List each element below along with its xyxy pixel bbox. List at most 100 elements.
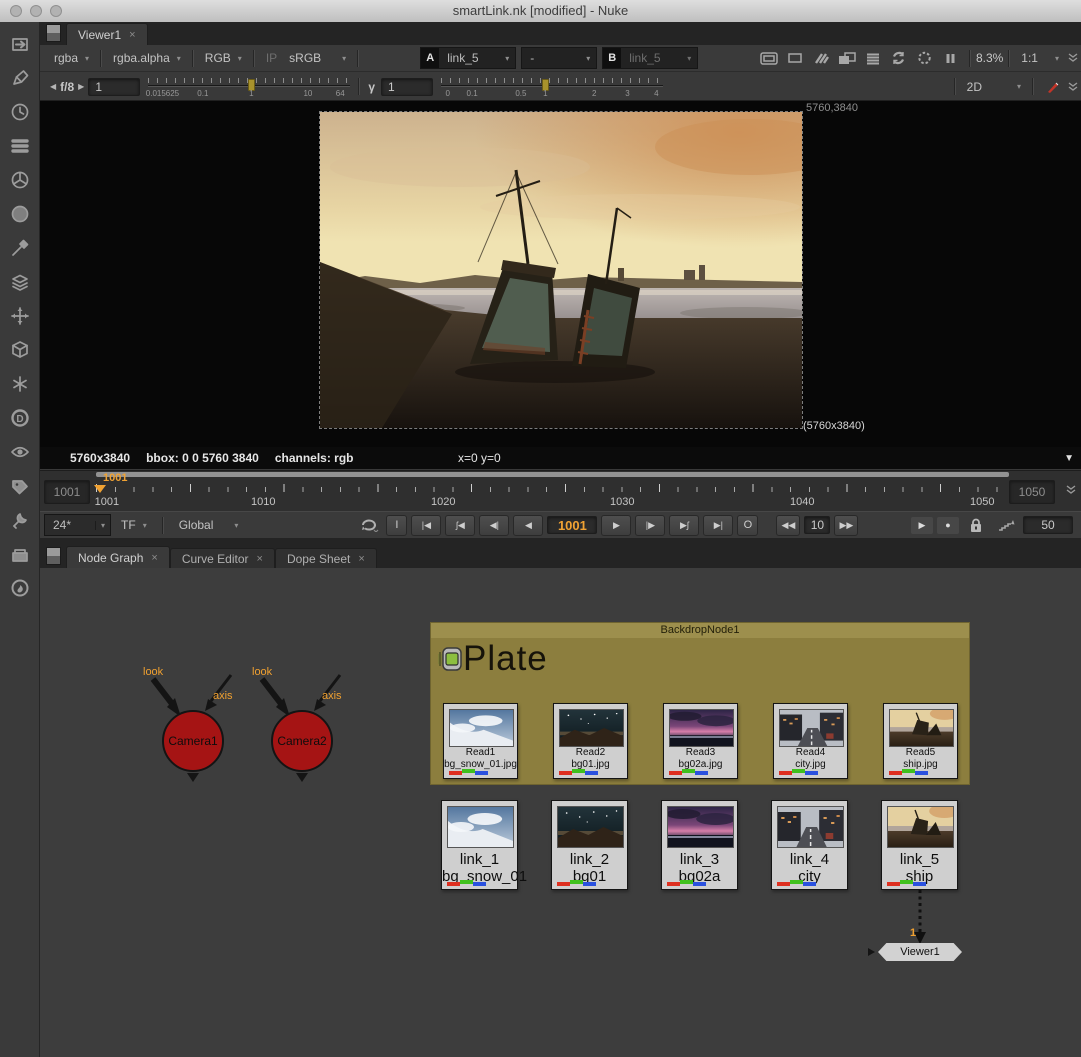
timeline-scrollbar[interactable] [96,472,1009,477]
close-tab-icon[interactable]: × [151,552,157,564]
backdrop-title[interactable]: BackdropNode1 [431,623,969,638]
node-read2[interactable]: Read2 bg01.jpg [553,703,628,779]
node-read4[interactable]: Read4 city.jpg [773,703,848,779]
layer-dropdown[interactable]: rgba▾ [48,49,95,67]
play-backward-button[interactable]: ◀ [513,515,543,536]
colorspace-dropdown[interactable]: sRGB▾ [283,49,352,67]
step-back-button[interactable]: ◀| [479,515,509,536]
merge-icon[interactable] [9,271,31,293]
jump-back-button[interactable]: ◀◀ [776,515,800,536]
collapse-chevrons-icon[interactable] [1065,82,1081,92]
node-link2[interactable]: link_2 bg01 [551,800,628,890]
tab-dope-sheet[interactable]: Dope Sheet × [275,548,377,568]
node-viewer1[interactable]: Viewer1 [878,943,962,961]
draw-icon[interactable] [9,67,31,89]
toolsets-icon[interactable] [9,509,31,531]
display-channels-dropdown[interactable]: RGB▾ [199,49,248,67]
views-icon[interactable] [9,441,31,463]
plugins-flame-icon[interactable] [9,577,31,599]
out-point-button[interactable]: O [737,515,758,536]
frame-increment-input[interactable]: 10 [804,516,830,534]
transform-icon[interactable] [9,305,31,327]
close-tab-icon[interactable]: × [358,553,364,565]
prev-keyframe-button[interactable]: ʃ◀ [445,515,475,536]
frame-display-icon[interactable] [756,49,782,67]
panel-menu-button[interactable] [46,547,61,565]
tab-curve-editor[interactable]: Curve Editor × [170,548,275,568]
fstop-up-button[interactable]: ▶ [74,82,88,91]
roi-icon[interactable] [912,49,938,67]
particles-icon[interactable] [9,373,31,395]
goto-end-button[interactable]: ▶| [703,515,733,536]
fstop-label[interactable]: f/8 [60,80,74,94]
node-read1[interactable]: Read1 bg_snow_01.jpg [443,703,518,779]
desired-fps-icon[interactable] [993,516,1019,534]
play-forward-button[interactable]: ▶ [601,515,631,536]
minimize-window-button[interactable] [30,5,42,17]
jump-forward-button[interactable]: ▶▶ [834,515,858,536]
record-icon[interactable]: ● [937,517,959,534]
node-read3[interactable]: Read3 bg02a.jpg [663,703,738,779]
range-out-input[interactable]: 1050 [1009,480,1055,504]
step-forward-button[interactable]: |▶ [635,515,665,536]
fps-display-input[interactable]: 50 [1023,516,1073,534]
info-dropdown-arrow-icon[interactable]: ▼ [1064,453,1074,464]
node-camera1[interactable]: look axis Camera1 [141,663,245,799]
3d-icon[interactable] [9,339,31,361]
node-link5[interactable]: link_5 ship [881,800,958,890]
tab-viewer1[interactable]: Viewer1 × [66,23,148,45]
gain-input[interactable]: 1 [88,78,140,96]
playback-mode-icon[interactable] [356,516,382,534]
a-input-selector[interactable]: A link_5 ▾ [420,47,516,69]
annotate-pen-icon[interactable] [1039,78,1065,96]
keyer-icon[interactable] [9,237,31,259]
sync-icon[interactable] [886,49,912,67]
gamma-slider[interactable]: 0 0.1 0.5 1 2 3 4 [441,75,663,99]
proxy-dropdown[interactable]: 1:1▾ [1015,49,1065,67]
image-read-icon[interactable] [9,33,31,55]
node-read5[interactable]: Read5 ship.jpg [883,703,958,779]
goto-start-button[interactable]: |◀ [411,515,441,536]
range-in-input[interactable]: 1001 [44,480,90,504]
gamma-input[interactable]: 1 [381,78,433,96]
node-link4[interactable]: link_4 city [771,800,848,890]
current-frame-input[interactable]: 1001 [547,516,597,534]
viewer-viewport[interactable]: 5760,3840 (5760x3840) [40,101,1081,447]
b-input-selector[interactable]: B link_5 ▾ [602,47,698,69]
wipe-mode-dropdown[interactable]: - ▾ [521,47,597,69]
playhead-marker[interactable] [94,485,106,499]
panel-menu-button[interactable] [46,24,61,42]
node-link3[interactable]: link_3 bg02a [661,800,738,890]
collapse-chevrons-icon[interactable] [1065,53,1081,63]
zoom-level[interactable]: 8.3% [976,51,1003,65]
node-link1[interactable]: link_1 bg_snow_01 [441,800,518,890]
filter-icon[interactable] [9,203,31,225]
alpha-dropdown[interactable]: rgba.alpha▾ [107,49,187,67]
scanlines-icon[interactable] [860,49,886,67]
fstop-down-button[interactable]: ◀ [46,82,60,91]
close-window-button[interactable] [10,5,22,17]
lock-range-icon[interactable] [963,516,989,534]
frame-range-dropdown[interactable]: Global▾ [173,516,245,534]
view-mode-dropdown[interactable]: 2D▾ [961,78,1027,96]
deep-icon[interactable]: D [9,407,31,429]
pip-icon[interactable] [834,49,860,67]
gain-slider[interactable]: 0.015625 0.1 1 10 64 [148,75,350,99]
close-tab-icon[interactable]: × [257,553,263,565]
collapse-chevrons-icon[interactable] [1063,485,1079,495]
tab-node-graph[interactable]: Node Graph × [66,546,170,568]
input-process-button[interactable]: IP [260,49,283,67]
metadata-icon[interactable] [9,475,31,497]
close-tab-icon[interactable]: × [129,29,135,41]
timeline-ruler[interactable]: 1001 1010 1020 1030 1040 1050 1001 [96,479,1005,511]
other-icon[interactable] [9,543,31,565]
node-camera2[interactable]: look axis Camera2 [250,663,354,799]
pause-icon[interactable] [938,49,964,67]
color-icon[interactable] [9,169,31,191]
next-keyframe-button[interactable]: ▶ʃ [669,515,699,536]
node-graph-canvas[interactable]: look axis Camera1 look axis Camera2 Back… [40,568,1081,1057]
channel-icon[interactable] [9,135,31,157]
format-box-icon[interactable] [782,49,808,67]
wipe-icon[interactable] [808,49,834,67]
tf-dropdown[interactable]: TF▾ [115,516,153,534]
